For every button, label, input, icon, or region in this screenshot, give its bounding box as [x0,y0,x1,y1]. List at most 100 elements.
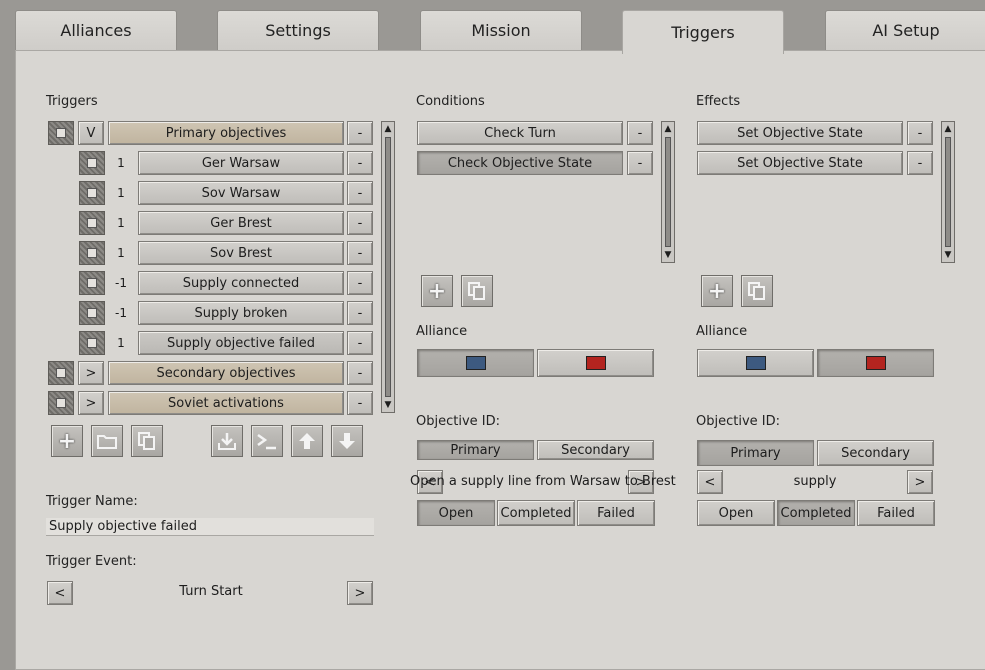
alliance-red-swatch [585,356,606,370]
scroll-track[interactable] [945,137,951,247]
objective-primary-tab[interactable]: Primary [697,440,814,466]
objective-id-value: supply [793,474,837,489]
tab-settings[interactable]: Settings [217,10,379,50]
group-toggle-button[interactable]: V [78,121,104,145]
alliance-blue-button[interactable] [697,349,814,377]
trigger-count: 1 [117,336,125,350]
alliance-red-button[interactable] [537,349,654,377]
trigger-count: 1 [117,156,125,170]
trigger-checkbox[interactable] [79,241,105,265]
trigger-checkbox[interactable] [79,181,105,205]
trigger-item[interactable]: Supply connected [138,271,344,295]
scroll-down-icon[interactable]: ▼ [382,398,394,412]
remove-trigger-button[interactable]: - [347,211,373,235]
effect-item[interactable]: Set Objective State [697,151,903,175]
state-failed-button[interactable]: Failed [577,500,655,526]
add-condition-icon[interactable]: + [421,275,453,307]
objective-primary-tab[interactable]: Primary [417,440,534,460]
remove-trigger-button[interactable]: - [347,121,373,145]
remove-trigger-button[interactable]: - [347,241,373,265]
scroll-track[interactable] [385,137,391,397]
move-up-icon[interactable] [291,425,323,457]
move-down-icon[interactable] [331,425,363,457]
trigger-checkbox[interactable] [79,331,105,355]
effects-header: Effects [696,94,741,109]
conditions-scrollbar[interactable]: ▲ ▼ [661,121,675,263]
trigger-item[interactable]: Sov Brest [138,241,344,265]
folder-icon[interactable] [91,425,123,457]
trigger-item[interactable]: Ger Brest [138,211,344,235]
trigger-group-secondary[interactable]: Secondary objectives [108,361,344,385]
remove-trigger-button[interactable]: - [347,301,373,325]
scroll-track[interactable] [665,137,671,247]
copy-icon[interactable] [131,425,163,457]
state-completed-button[interactable]: Completed [497,500,575,526]
trigger-checkbox[interactable] [79,211,105,235]
remove-effect-button[interactable]: - [907,151,933,175]
group-toggle-button[interactable]: > [78,361,104,385]
trigger-item[interactable]: Ger Warsaw [138,151,344,175]
event-prev-button[interactable]: < [47,581,73,605]
effect-item[interactable]: Set Objective State [697,121,903,145]
tab-ai-setup[interactable]: AI Setup [825,10,985,50]
trigger-event-label: Trigger Event: [46,554,137,569]
trigger-group-soviet[interactable]: Soviet activations [108,391,344,415]
scroll-up-icon[interactable]: ▲ [382,122,394,136]
objective-secondary-tab[interactable]: Secondary [537,440,654,460]
trigger-checkbox[interactable] [79,151,105,175]
tab-mission[interactable]: Mission [420,10,582,50]
remove-trigger-button[interactable]: - [347,181,373,205]
trigger-checkbox[interactable] [48,121,74,145]
trigger-name-input[interactable]: Supply objective failed [46,518,374,536]
scroll-up-icon[interactable]: ▲ [662,122,674,136]
scroll-up-icon[interactable]: ▲ [942,122,954,136]
remove-trigger-button[interactable]: - [347,361,373,385]
state-open-button[interactable]: Open [417,500,495,526]
tab-alliances[interactable]: Alliances [15,10,177,50]
condition-item[interactable]: Check Turn [417,121,623,145]
condition-item-selected[interactable]: Check Objective State [417,151,623,175]
copy-condition-icon[interactable] [461,275,493,307]
remove-trigger-button[interactable]: - [347,151,373,175]
trigger-checkbox[interactable] [48,361,74,385]
trigger-item[interactable]: Supply broken [138,301,344,325]
remove-condition-button[interactable]: - [627,121,653,145]
trigger-group-primary[interactable]: Primary objectives [108,121,344,145]
trigger-event-value: Turn Start [179,584,243,599]
remove-trigger-button[interactable]: - [347,331,373,355]
alliance-red-swatch [865,356,886,370]
tab-triggers[interactable]: Triggers [622,10,784,54]
add-effect-icon[interactable]: + [701,275,733,307]
objective-prev-button[interactable]: < [697,470,723,494]
console-icon[interactable] [251,425,283,457]
effects-scrollbar[interactable]: ▲ ▼ [941,121,955,263]
objective-secondary-tab[interactable]: Secondary [817,440,934,466]
copy-effect-icon[interactable] [741,275,773,307]
import-icon[interactable] [211,425,243,457]
triggers-scrollbar[interactable]: ▲ ▼ [381,121,395,413]
trigger-checkbox[interactable] [79,271,105,295]
remove-trigger-button[interactable]: - [347,271,373,295]
state-failed-button[interactable]: Failed [857,500,935,526]
group-toggle-button[interactable]: > [78,391,104,415]
triggers-header: Triggers [46,94,98,109]
alliance-blue-button[interactable] [417,349,534,377]
trigger-checkbox[interactable] [48,391,74,415]
trigger-count: 1 [117,186,125,200]
alliance-red-button[interactable] [817,349,934,377]
event-next-button[interactable]: > [347,581,373,605]
state-completed-button[interactable]: Completed [777,500,855,526]
remove-trigger-button[interactable]: - [347,391,373,415]
trigger-checkbox[interactable] [79,301,105,325]
conditions-alliance-label: Alliance [416,324,468,339]
state-open-button[interactable]: Open [697,500,775,526]
plus-icon[interactable]: + [51,425,83,457]
remove-condition-button[interactable]: - [627,151,653,175]
trigger-name-label: Trigger Name: [46,494,138,509]
scroll-down-icon[interactable]: ▼ [662,248,674,262]
trigger-item[interactable]: Sov Warsaw [138,181,344,205]
trigger-item-selected[interactable]: Supply objective failed [138,331,344,355]
scroll-down-icon[interactable]: ▼ [942,248,954,262]
objective-next-button[interactable]: > [907,470,933,494]
remove-effect-button[interactable]: - [907,121,933,145]
